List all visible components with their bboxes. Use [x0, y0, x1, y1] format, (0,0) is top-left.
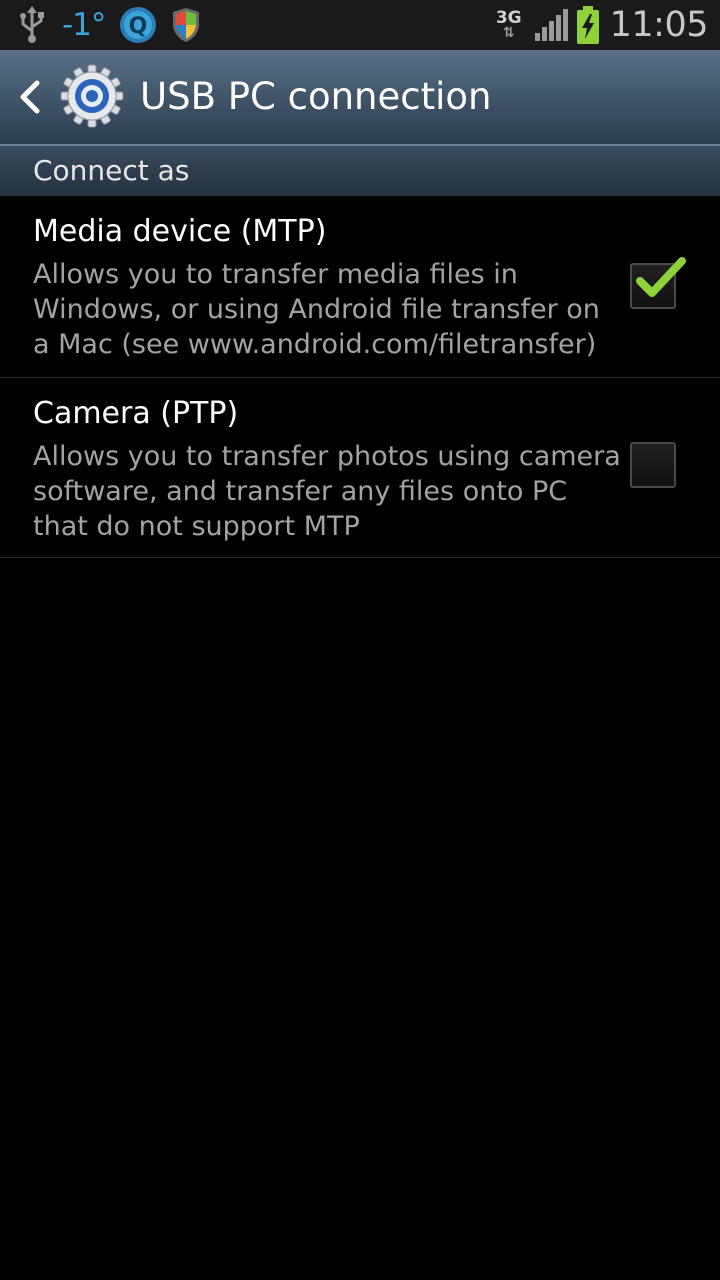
clock: 11:05 — [609, 5, 709, 45]
pref-camera-ptp[interactable]: Camera (PTP) Allows you to transfer phot… — [0, 378, 720, 557]
settings-gear-icon — [60, 64, 124, 128]
checkmark-icon — [636, 257, 686, 297]
back-button[interactable] — [10, 50, 140, 144]
svg-text:Q: Q — [129, 14, 148, 39]
status-bar: -1° Q 3G ⇅ 11:05 — [0, 0, 720, 50]
temperature-readout: -1° — [62, 7, 106, 43]
signal-strength-icon — [534, 9, 568, 41]
pref-summary: Allows you to transfer media files in Wi… — [33, 259, 600, 360]
pref-summary: Allows you to transfer photos using came… — [33, 441, 621, 542]
divider — [0, 557, 720, 558]
usb-icon — [20, 6, 44, 43]
ptp-checkbox[interactable] — [630, 442, 676, 488]
status-bar-left: -1° Q — [18, 0, 201, 50]
q-app-icon: Q — [120, 7, 157, 43]
chevron-left-icon — [20, 80, 40, 114]
network-3g-icon: 3G ⇅ — [495, 8, 522, 41]
security-shield-icon — [173, 8, 200, 42]
battery-charging-icon — [576, 6, 599, 44]
network-arrows-icon: ⇅ — [502, 25, 515, 41]
status-bar-right: 3G ⇅ 11:05 — [495, 0, 709, 50]
section-header-connect-as: Connect as — [0, 146, 720, 196]
page-title: USB PC connection — [140, 75, 492, 118]
pref-media-device-mtp[interactable]: Media device (MTP) Allows you to transfe… — [0, 196, 720, 377]
action-bar: USB PC connection — [0, 50, 720, 146]
pref-title: Camera (PTP) — [33, 396, 239, 431]
network-type-label: 3G — [495, 8, 522, 28]
pref-title: Media device (MTP) — [33, 214, 327, 249]
mtp-checkbox[interactable] — [630, 257, 686, 309]
